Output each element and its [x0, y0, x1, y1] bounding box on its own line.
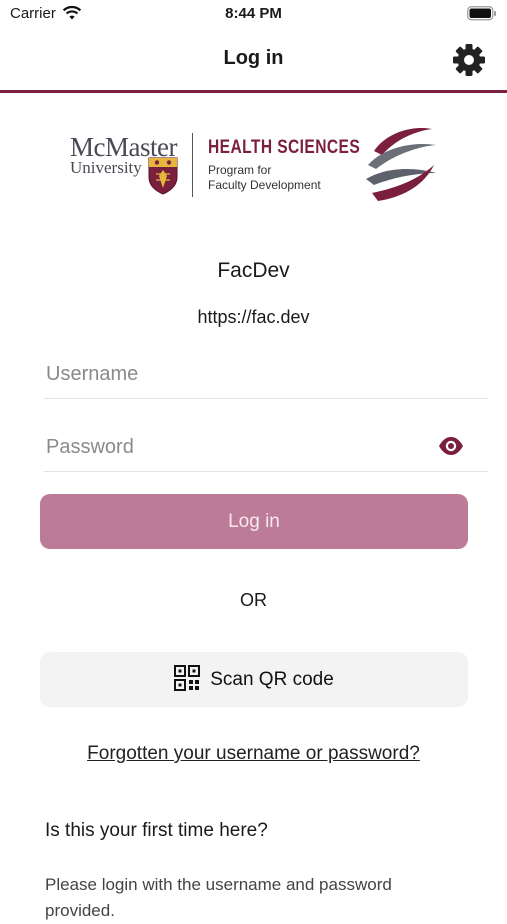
- clock: 8:44 PM: [225, 5, 282, 22]
- first-time-heading: Is this your first time here?: [45, 820, 268, 841]
- page-title: Log in: [223, 47, 284, 69]
- username-input[interactable]: [44, 352, 428, 396]
- swoosh-emblem-icon: [364, 127, 438, 212]
- password-input[interactable]: [44, 425, 428, 469]
- site-name: FacDev: [217, 259, 290, 282]
- battery-icon: [467, 6, 497, 26]
- qr-code-icon: [174, 665, 201, 694]
- logo-program-line1: Program for: [208, 163, 272, 177]
- eye-icon[interactable]: [438, 436, 464, 461]
- logo-divider: [192, 133, 193, 197]
- password-field: [44, 425, 488, 472]
- forgot-credentials-link[interactable]: Forgotten your username or password?: [0, 743, 507, 765]
- nav-divider: [0, 90, 507, 93]
- logo-university-subtitle: University: [70, 158, 142, 177]
- username-field: [44, 352, 488, 399]
- nav-bar: Log in: [0, 30, 507, 90]
- site-url: https://fac.dev: [197, 307, 310, 327]
- or-separator: OR: [240, 590, 267, 610]
- login-button[interactable]: Log in: [40, 494, 468, 549]
- logo-faculty-name: HEALTH SCIENCES: [208, 137, 361, 158]
- crest-icon: [148, 157, 178, 200]
- status-bar: Carrier 8:44 PM: [0, 0, 507, 30]
- institution-logo: McMaster University HEALTH SCIENCES Prog…: [68, 127, 438, 207]
- logo-program-line2: Faculty Development: [208, 178, 321, 192]
- gear-icon[interactable]: [451, 42, 487, 78]
- first-time-info: Please login with the username and passw…: [45, 875, 392, 920]
- scan-qr-button[interactable]: Scan QR code: [40, 652, 468, 707]
- scan-qr-label: Scan QR code: [210, 668, 334, 690]
